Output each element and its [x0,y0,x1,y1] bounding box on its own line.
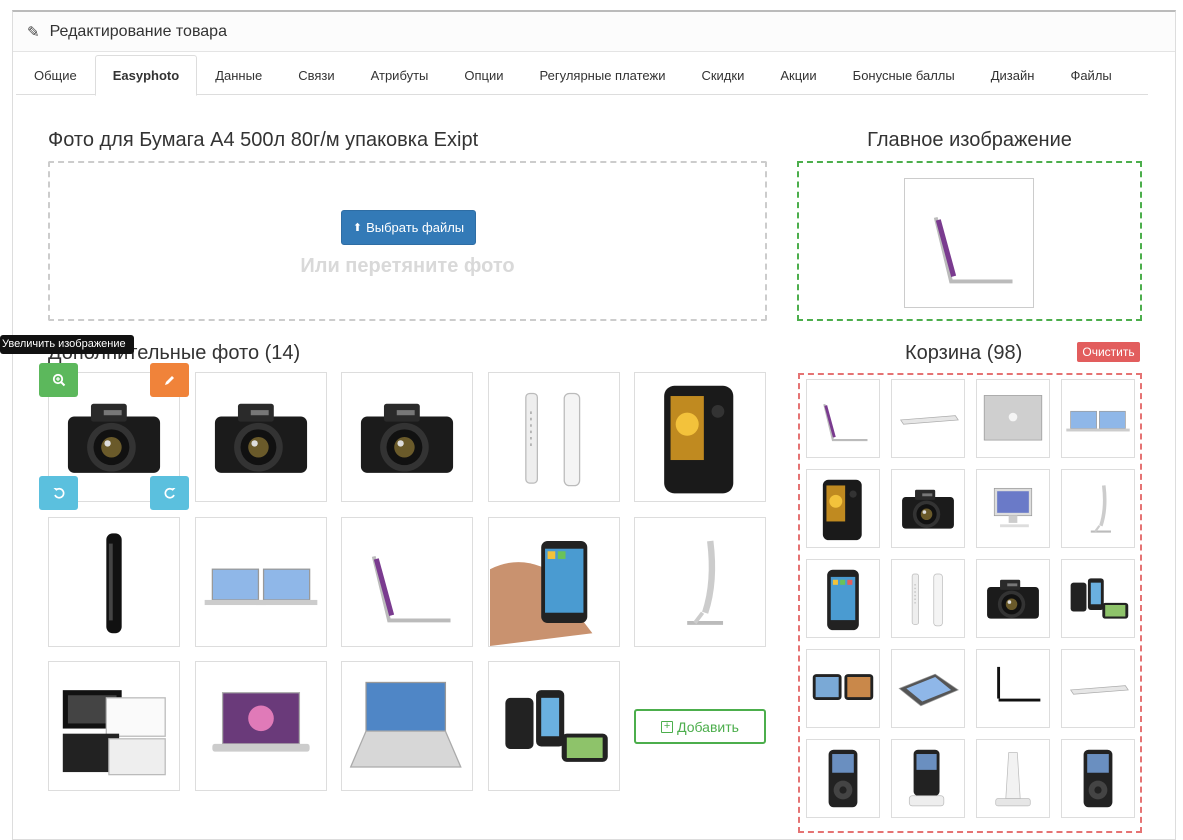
upload-title: Фото для Бумага А4 500л 80г/м упаковка E… [48,129,479,151]
product-tabs: Общие Easyphoto Данные Связи Атрибуты Опции Ре… [16,55,1148,96]
trash-photo-7[interactable] [976,469,1050,548]
extra-photo-6[interactable] [48,517,180,647]
tab-11[interactable]: Дизайн [973,55,1053,95]
extra-photo-8[interactable] [341,517,473,647]
upload-icon: ⬆ [352,222,363,234]
tab-8[interactable]: Скидки [683,55,762,95]
clear-trash-button[interactable]: Очистить [1077,342,1140,362]
rotate-left-button[interactable] [39,476,78,510]
trash-photo-20[interactable] [1061,739,1135,818]
extra-photo-9[interactable] [488,517,620,647]
tab-12[interactable]: Файлы [1052,55,1129,95]
trash-photo-18[interactable] [891,739,965,818]
extra-photo-7[interactable] [195,517,327,647]
trash-photo-1[interactable] [806,379,880,458]
panel-title: Редактирование товара [49,22,227,40]
trash-photo-14[interactable] [891,649,965,728]
main-image-title: Главное изображение [867,129,1072,151]
extra-photo-2[interactable] [195,372,327,502]
rotate-right-icon [164,487,175,499]
trash-photo-3[interactable] [976,379,1050,458]
extra-photo-5[interactable] [634,372,766,502]
trash-photo-2[interactable] [891,379,965,458]
extra-photo-3[interactable] [341,372,473,502]
choose-files-button[interactable]: ⬆ Выбрать файлы [341,210,476,245]
trash-photo-17[interactable] [806,739,880,818]
extra-photo-11[interactable] [48,661,180,791]
trash-photo-13[interactable] [806,649,880,728]
pencil-icon: ✎ [27,23,40,41]
pencil-icon [165,375,174,385]
trash-photo-19[interactable] [976,739,1050,818]
plus-square-icon: + [661,720,674,733]
tab-1[interactable]: Общие [16,55,95,95]
trash-title: Корзина (98) [905,342,1023,364]
edit-button[interactable] [150,363,189,397]
extra-photo-4[interactable] [488,372,620,502]
zoom-button[interactable] [39,363,78,397]
tab-9[interactable]: Акции [762,55,834,95]
trash-photo-16[interactable] [1061,649,1135,728]
zoom-tooltip: Увеличить изображение [0,335,134,354]
trash-photo-15[interactable] [976,649,1050,728]
tab-5[interactable]: Атрибуты [353,55,447,95]
tab-10[interactable]: Бонусные баллы [835,55,973,95]
trash-photo-5[interactable] [806,469,880,548]
trash-photo-10[interactable] [891,559,965,638]
trash-photo-8[interactable] [1061,469,1135,548]
trash-photo-6[interactable] [891,469,965,548]
rotate-right-button[interactable] [150,476,189,510]
trash-photo-9[interactable] [806,559,880,638]
tab-4[interactable]: Связи [280,55,352,95]
choose-files-label: Выбрать файлы [366,220,465,235]
tab-7[interactable]: Регулярные платежи [522,55,684,95]
extra-photo-10[interactable] [634,517,766,647]
tab-6[interactable]: Опции [446,55,521,95]
rotate-left-icon [53,487,64,499]
upload-dropzone[interactable]: ⬆ Выбрать файлы Или перетяните фото [48,161,767,321]
panel-heading: ✎ Редактирование товара [13,12,1175,52]
tab-3[interactable]: Данные [197,55,280,95]
drop-hint: Или перетяните фото [300,255,515,277]
trash-photo-4[interactable] [1061,379,1135,458]
trash-photo-12[interactable] [1061,559,1135,638]
trash-dropzone[interactable] [798,373,1142,833]
extra-photo-14[interactable] [488,661,620,791]
trash-photo-11[interactable] [976,559,1050,638]
tab-2[interactable]: Easyphoto [94,55,198,96]
main-image-thumb[interactable] [904,178,1034,308]
extra-photo-12[interactable] [195,661,327,791]
add-photo-button[interactable]: + Добавить [634,709,766,744]
zoom-in-icon [52,373,65,387]
main-image-dropzone[interactable] [797,161,1142,321]
add-photo-label: Добавить [677,718,739,735]
extra-photo-13[interactable] [341,661,473,791]
